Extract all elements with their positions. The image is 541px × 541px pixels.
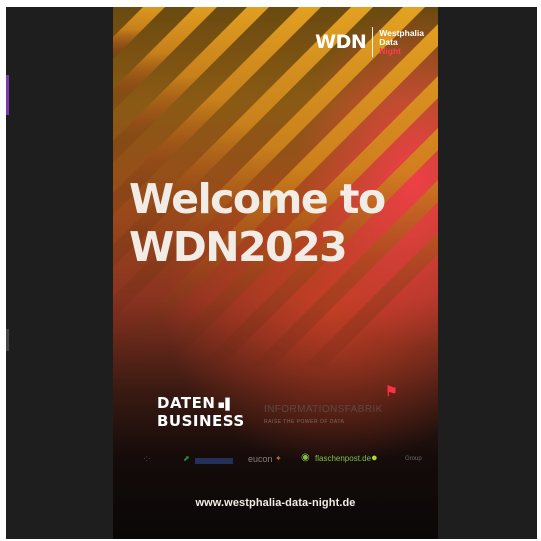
flaschenpost-bottle-icon: ◉ [301, 452, 310, 463]
edge-artifact [6, 329, 9, 351]
daten-business-logo: DATEN ▪▌ BUSINESS [157, 395, 245, 430]
headline-line-1: Welcome to [129, 175, 386, 223]
sponsor-eucon: eucon [248, 454, 273, 464]
sponsor-flaschenpost: flaschenpost.de [315, 454, 372, 463]
wdn-logo: WDN Westphalia Data Night [315, 27, 424, 57]
sponsor-green-badge-icon: ● [371, 452, 378, 464]
logo-divider [372, 27, 374, 57]
edge-artifact [6, 75, 9, 115]
sponsor-leaf-icon: ⬈ [183, 454, 190, 463]
sponsor-group: Group [405, 456, 422, 462]
event-banner: WDN Westphalia Data Night Welcome to WDN… [113, 7, 438, 539]
daten-business-word1: DATEN [157, 394, 216, 412]
sponsor-star-icon: ✦ [275, 454, 282, 463]
sponsor-logo-bar [195, 458, 233, 464]
informationsfabrik-flag-icon: ⚑ [385, 383, 398, 399]
sponsor-logos: ·:· ⬈ eucon ✦ ◉ flaschenpost.de ● Group [143, 452, 428, 472]
welcome-headline: Welcome to WDN2023 [129, 175, 434, 271]
website-url: www.westphalia-data-night.de [195, 497, 356, 509]
daten-business-word2: BUSINESS [157, 412, 245, 430]
sponsor-dots-icon: ·:· [143, 454, 151, 463]
headline-line-2: WDN2023 [129, 223, 348, 271]
logo-wordmark: WDN [315, 31, 367, 53]
bar-chart-icon: ▪▌ [217, 398, 235, 411]
informationsfabrik-logo: INFORMATIONSFABRIK [264, 404, 383, 415]
informationsfabrik-tagline: RAISE THE POWER OF DATA [264, 419, 345, 425]
logo-subtitle: Westphalia Data Night [379, 28, 424, 56]
logo-line-night: Night [379, 45, 401, 56]
